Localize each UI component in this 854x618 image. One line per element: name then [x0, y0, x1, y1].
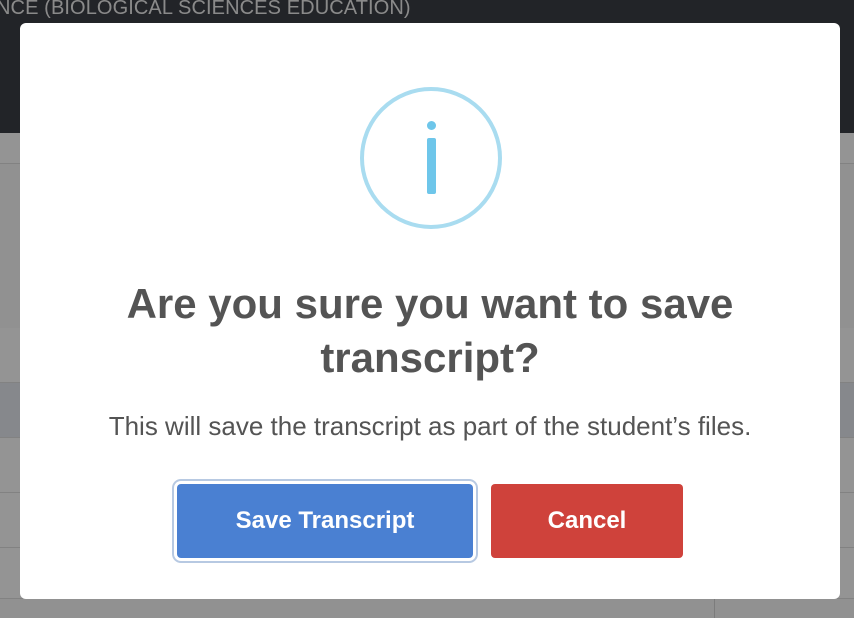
cancel-button[interactable]: Cancel	[491, 484, 683, 558]
info-icon-dot	[427, 121, 436, 130]
info-icon-stem	[427, 138, 436, 194]
dialog-message: This will save the transcript as part of…	[108, 411, 752, 441]
confirm-dialog: Are you sure you want to save transcript…	[20, 23, 840, 599]
save-transcript-button[interactable]: Save Transcript	[177, 484, 473, 558]
dialog-title: Are you sure you want to save transcript…	[126, 280, 734, 381]
info-icon	[360, 87, 502, 229]
